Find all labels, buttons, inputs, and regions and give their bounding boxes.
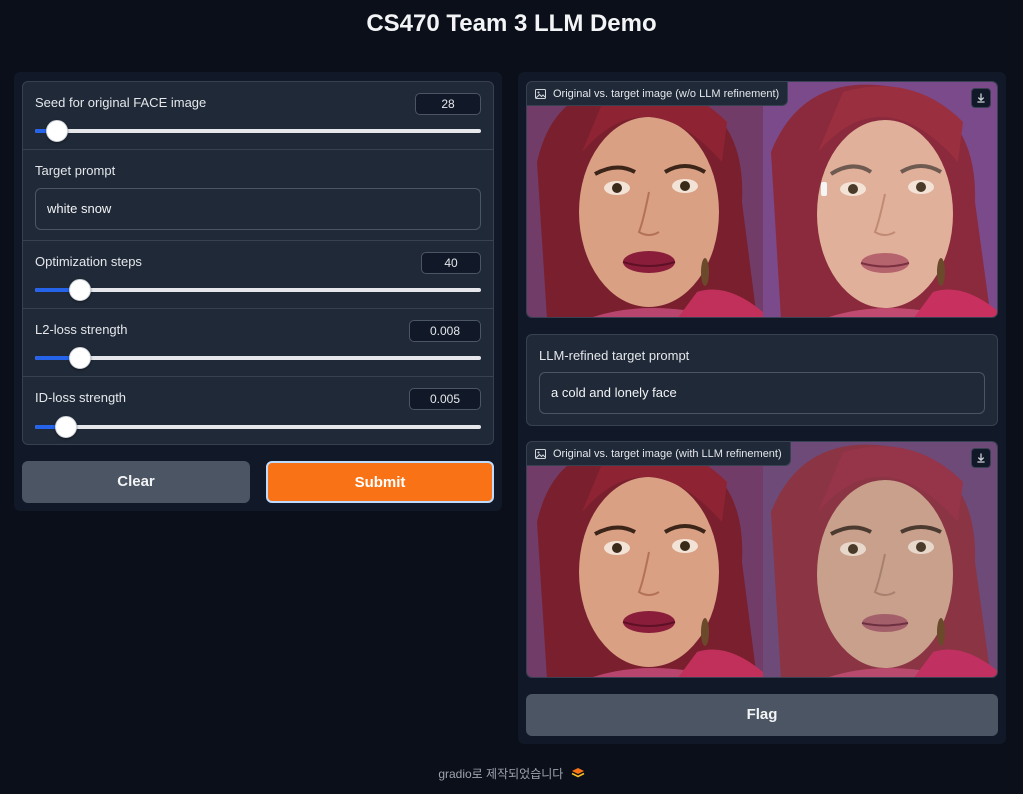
image-wo-llm-label-text: Original vs. target image (w/o LLM refin… — [553, 88, 780, 100]
seed-number-input[interactable]: 28 — [415, 93, 481, 115]
download-icon — [977, 453, 985, 463]
optimization-steps-slider[interactable] — [35, 279, 481, 301]
output-panel: Original vs. target image (w/o LLM refin… — [518, 72, 1006, 744]
target-face-image — [763, 82, 997, 317]
controls-group: Seed for original FACE image 28 Target p… — [22, 81, 494, 445]
download-button[interactable] — [971, 448, 991, 468]
refined-prompt-output[interactable]: a cold and lonely face — [539, 372, 985, 414]
optimization-steps-slider-thumb[interactable] — [68, 279, 91, 301]
optimization-steps-control: Optimization steps 40 — [23, 241, 493, 309]
optimization-steps-label: Optimization steps — [35, 254, 142, 269]
image-with-llm-label: Original vs. target image (with LLM refi… — [527, 442, 791, 466]
submit-button[interactable]: Submit — [266, 461, 494, 503]
target-face-image — [763, 442, 997, 677]
l2-loss-label: L2-loss strength — [35, 322, 128, 337]
seed-slider[interactable] — [35, 120, 481, 142]
l2-loss-slider-thumb[interactable] — [68, 347, 91, 369]
image-icon — [535, 449, 546, 459]
seed-control: Seed for original FACE image 28 — [23, 82, 493, 150]
id-loss-control: ID-loss strength 0.005 — [23, 377, 493, 444]
seed-slider-thumb[interactable] — [46, 120, 69, 142]
l2-loss-number-input[interactable]: 0.008 — [409, 320, 481, 342]
l2-loss-slider[interactable] — [35, 347, 481, 369]
image-output-with-llm: Original vs. target image (with LLM refi… — [526, 441, 998, 678]
download-icon — [977, 93, 985, 103]
image-wo-llm-label: Original vs. target image (w/o LLM refin… — [527, 82, 789, 106]
input-panel: Seed for original FACE image 28 Target p… — [14, 72, 502, 511]
optimization-steps-number-input[interactable]: 40 — [421, 252, 481, 274]
target-prompt-label: Target prompt — [35, 163, 116, 178]
footer: gradio로 제작되었습니다 — [0, 765, 1023, 782]
target-prompt-input[interactable]: white snow — [35, 188, 481, 230]
refined-prompt-label: LLM-refined target prompt — [539, 348, 690, 363]
page-title: CS470 Team 3 LLM Demo — [366, 10, 657, 37]
flag-button[interactable]: Flag — [526, 694, 998, 736]
footer-text: gradio로 제작되었습니다 — [438, 767, 564, 781]
id-loss-label: ID-loss strength — [35, 390, 127, 405]
clear-button[interactable]: Clear — [22, 461, 250, 503]
l2-loss-control: L2-loss strength 0.008 — [23, 309, 493, 377]
gradio-logo-icon — [571, 768, 585, 778]
image-output-wo-llm: Original vs. target image (w/o LLM refin… — [526, 81, 998, 318]
original-face-image — [527, 442, 763, 677]
target-prompt-control: Target prompt white snow — [23, 150, 493, 241]
image-icon — [535, 89, 546, 99]
refined-prompt-block: LLM-refined target prompt a cold and lon… — [526, 334, 998, 426]
id-loss-slider[interactable] — [35, 416, 481, 438]
seed-label: Seed for original FACE image — [35, 95, 207, 110]
download-button[interactable] — [971, 88, 991, 108]
image-with-llm-label-text: Original vs. target image (with LLM refi… — [553, 448, 782, 460]
original-face-image — [527, 82, 763, 317]
id-loss-slider-thumb[interactable] — [55, 416, 78, 438]
id-loss-number-input[interactable]: 0.005 — [409, 388, 481, 410]
